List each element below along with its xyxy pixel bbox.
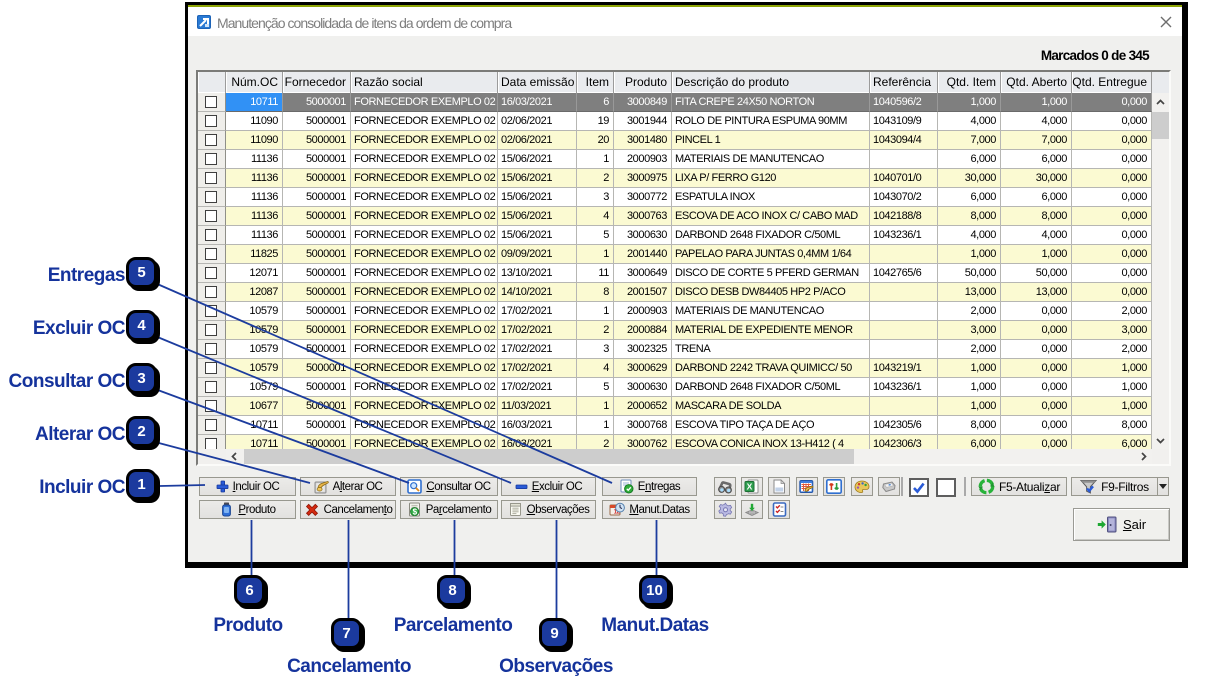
svg-text:X: X bbox=[747, 482, 753, 492]
